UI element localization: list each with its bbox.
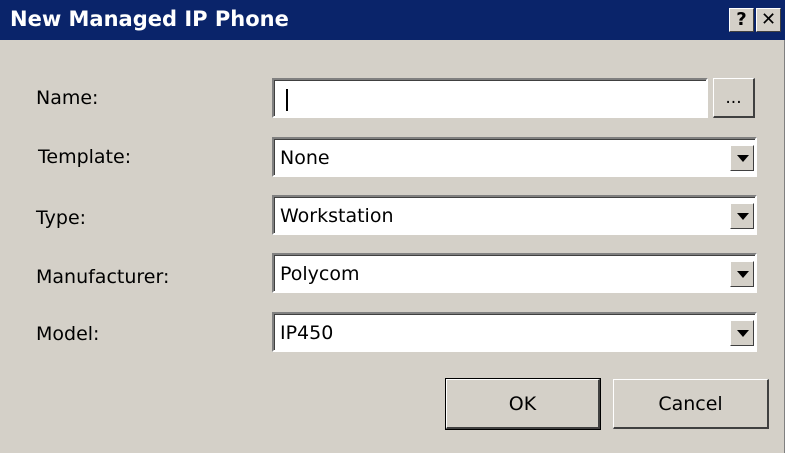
close-button[interactable]: ✕	[756, 8, 781, 32]
type-value: Workstation	[280, 205, 394, 227]
chevron-down-icon[interactable]	[730, 145, 754, 171]
template-value: None	[280, 147, 330, 169]
help-button[interactable]: ?	[729, 8, 754, 32]
type-select[interactable]: Workstation	[272, 195, 757, 235]
manufacturer-label: Manufacturer:	[36, 266, 170, 288]
chevron-down-icon[interactable]	[730, 203, 754, 229]
type-label: Type:	[36, 207, 87, 229]
template-select[interactable]: None	[272, 137, 757, 177]
model-select[interactable]: IP450	[272, 312, 757, 352]
name-label: Name:	[36, 87, 99, 109]
ok-button[interactable]: OK	[445, 378, 601, 430]
chevron-down-icon[interactable]	[730, 320, 754, 346]
cancel-button[interactable]: Cancel	[613, 379, 769, 429]
chevron-down-icon[interactable]	[730, 261, 754, 287]
model-value: IP450	[280, 322, 334, 344]
window-title: New Managed IP Phone	[10, 7, 289, 31]
template-label: Template:	[38, 146, 132, 168]
manufacturer-value: Polycom	[280, 263, 360, 285]
help-icon: ?	[736, 9, 747, 30]
manufacturer-select[interactable]: Polycom	[272, 253, 757, 293]
text-caret	[286, 89, 288, 111]
name-input[interactable]	[272, 78, 708, 118]
browse-button[interactable]: ...	[713, 78, 755, 118]
dialog-window: New Managed IP Phone ? ✕ Name: ... Templ…	[0, 0, 785, 453]
close-icon: ✕	[760, 9, 777, 30]
model-label: Model:	[36, 323, 100, 345]
title-bar[interactable]: New Managed IP Phone ? ✕	[0, 0, 785, 40]
